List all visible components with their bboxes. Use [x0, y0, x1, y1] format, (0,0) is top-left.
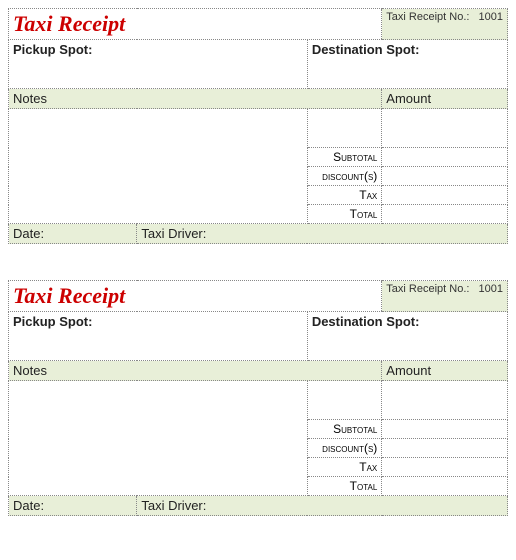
driver-label: Taxi Driver:	[137, 496, 508, 516]
discounts-value	[382, 167, 508, 186]
pickup-spot-cell: Pickup Spot:	[9, 312, 308, 361]
destination-spot-cell: Destination Spot:	[307, 312, 507, 361]
total-value	[382, 205, 508, 224]
notes-body	[9, 381, 308, 496]
receipt-number-cell: Taxi Receipt No.: 1001	[382, 281, 508, 312]
notes-header: Notes	[9, 361, 382, 381]
driver-label: Taxi Driver:	[137, 224, 508, 244]
notes-header: Notes	[9, 89, 382, 109]
subtotal-label: Subtotal	[307, 420, 381, 439]
total-value	[382, 477, 508, 496]
taxi-receipt: Taxi Receipt Taxi Receipt No.: 1001 Pick…	[8, 280, 508, 516]
receipt-number-label: Taxi Receipt No.:	[386, 11, 469, 23]
total-label: Total	[307, 205, 381, 224]
destination-spot-label: Destination Spot:	[312, 42, 420, 57]
amount-header: Amount	[382, 361, 508, 381]
tax-value	[382, 186, 508, 205]
amount-header: Amount	[382, 89, 508, 109]
amount-empty	[382, 381, 508, 420]
title-spacer	[137, 9, 382, 40]
receipt-title: Taxi Receipt	[9, 281, 137, 312]
subtotal-value	[382, 420, 508, 439]
receipt-title: Taxi Receipt	[9, 9, 137, 40]
tax-value	[382, 458, 508, 477]
pickup-spot-label: Pickup Spot:	[13, 42, 92, 57]
title-spacer	[137, 281, 382, 312]
subtotal-value	[382, 148, 508, 167]
line-item-empty	[307, 109, 381, 148]
date-label: Date:	[9, 496, 137, 516]
discounts-label: discount(s)	[307, 439, 381, 458]
tax-label: Tax	[307, 458, 381, 477]
destination-spot-cell: Destination Spot:	[307, 40, 507, 89]
notes-body	[9, 109, 308, 224]
receipt-number-label: Taxi Receipt No.:	[386, 283, 469, 295]
tax-label: Tax	[307, 186, 381, 205]
total-label: Total	[307, 477, 381, 496]
line-item-empty	[307, 381, 381, 420]
receipt-number-cell: Taxi Receipt No.: 1001	[382, 9, 508, 40]
taxi-receipt: Taxi Receipt Taxi Receipt No.: 1001 Pick…	[8, 8, 508, 244]
destination-spot-label: Destination Spot:	[312, 314, 420, 329]
receipt-number: 1001	[479, 283, 503, 295]
discounts-label: discount(s)	[307, 167, 381, 186]
discounts-value	[382, 439, 508, 458]
date-label: Date:	[9, 224, 137, 244]
amount-empty	[382, 109, 508, 148]
pickup-spot-cell: Pickup Spot:	[9, 40, 308, 89]
subtotal-label: Subtotal	[307, 148, 381, 167]
receipt-number: 1001	[479, 11, 503, 23]
pickup-spot-label: Pickup Spot:	[13, 314, 92, 329]
